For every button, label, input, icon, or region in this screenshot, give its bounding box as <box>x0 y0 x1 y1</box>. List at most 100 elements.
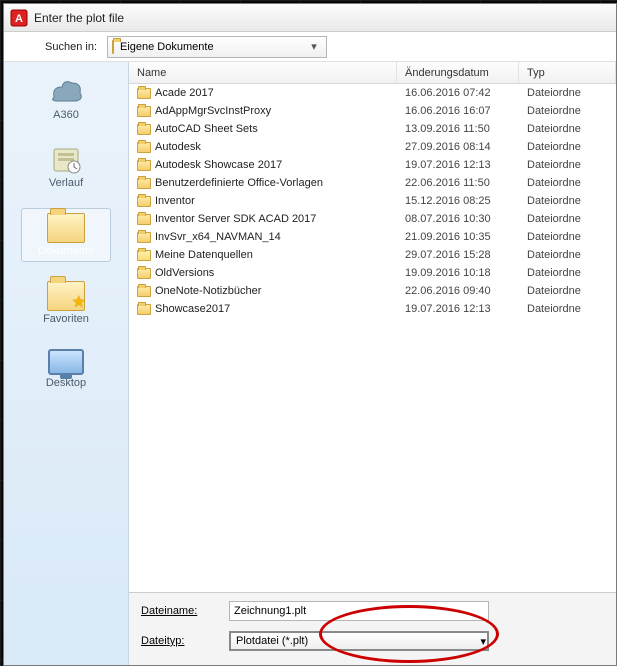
row-modified: 19.09.2016 10:18 <box>397 267 519 279</box>
place-verlauf[interactable]: Verlauf <box>21 140 111 194</box>
row-type: Dateiordne <box>519 267 616 279</box>
titlebar[interactable]: A Enter the plot file <box>4 4 616 32</box>
row-name: OldVersions <box>155 267 214 279</box>
desktop-icon <box>48 349 84 375</box>
folder-icon <box>137 286 151 297</box>
place-a360[interactable]: A360 <box>21 72 111 126</box>
favoriten-icon <box>47 281 85 311</box>
row-modified: 08.07.2016 10:30 <box>397 213 519 225</box>
filename-input[interactable] <box>229 601 489 621</box>
file-list[interactable]: Acade 201716.06.2016 07:42DateiordneAdAp… <box>129 84 616 592</box>
look-in-combo[interactable]: Eigene Dokumente ▾ <box>107 36 327 58</box>
list-header: Name Änderungsdatum Typ <box>129 62 616 84</box>
row-modified: 19.07.2016 12:13 <box>397 303 519 315</box>
table-row[interactable]: Autodesk Showcase 2017 19.07.2016 12:13Da… <box>129 156 616 174</box>
row-modified: 15.12.2016 08:25 <box>397 195 519 207</box>
folder-db-icon <box>137 250 151 261</box>
chevron-down-icon: ▾ <box>306 40 322 53</box>
place-dokumente[interactable]: Dokumente <box>21 208 111 262</box>
window-title: Enter the plot file <box>34 11 124 25</box>
row-modified: 16.06.2016 16:07 <box>397 105 519 117</box>
row-type: Dateiordne <box>519 123 616 135</box>
file-dialog: A Enter the plot file Suchen in: Eigene … <box>3 3 617 666</box>
row-type: Dateiordne <box>519 141 616 153</box>
row-modified: 29.07.2016 15:28 <box>397 249 519 261</box>
row-modified: 19.07.2016 12:13 <box>397 159 519 171</box>
place-label: A360 <box>53 109 79 121</box>
row-name: Benutzerdefinierte Office-Vorlagen <box>155 177 323 189</box>
folder-icon <box>137 268 151 279</box>
row-type: Dateiordne <box>519 285 616 297</box>
row-name: InvSvr_x64_NAVMAN_14 <box>155 231 281 243</box>
table-row[interactable]: AutoCAD Sheet Sets 13.09.2016 11:50Dateio… <box>129 120 616 138</box>
folder-icon <box>137 160 151 171</box>
folder-icon <box>137 196 151 207</box>
column-header-name[interactable]: Name <box>129 62 397 83</box>
table-row[interactable]: Autodesk27.09.2016 08:14Dateiordne <box>129 138 616 156</box>
folder-icon <box>137 178 151 189</box>
row-name: Acade 2017 <box>155 87 214 99</box>
row-modified: 22.06.2016 11:50 <box>397 177 519 189</box>
table-row[interactable]: Meine Datenquellen 29.07.2016 15:28Dateio… <box>129 246 616 264</box>
app-icon: A <box>10 9 28 27</box>
filename-label: Dateiname: <box>137 605 229 617</box>
look-in-row: Suchen in: Eigene Dokumente ▾ <box>4 32 616 62</box>
table-row[interactable]: Inventor Server SDK ACAD 2017 08.07.2016 … <box>129 210 616 228</box>
table-row[interactable]: OneNote-Notizbücher 22.06.2016 09:40Datei… <box>129 282 616 300</box>
row-name: AdAppMgrSvcInstProxy <box>155 105 271 117</box>
places-bar: A360 Verlauf Dokumente Favoriten Desktop <box>4 62 129 665</box>
svg-text:A: A <box>15 13 23 25</box>
row-type: Dateiordne <box>519 213 616 225</box>
row-type: Dateiordne <box>519 87 616 99</box>
row-modified: 22.06.2016 09:40 <box>397 285 519 297</box>
dokumente-icon <box>47 213 85 243</box>
place-label: Favoriten <box>43 313 89 325</box>
folder-icon <box>137 124 151 135</box>
folder-icon <box>137 304 151 315</box>
row-type: Dateiordne <box>519 231 616 243</box>
table-row[interactable]: Showcase201719.07.2016 12:13Dateiordne <box>129 300 616 318</box>
column-header-type[interactable]: Typ <box>519 62 616 83</box>
row-name: Autodesk Showcase 2017 <box>155 159 282 171</box>
table-row[interactable]: Inventor 15.12.2016 08:25Dateiordne <box>129 192 616 210</box>
row-type: Dateiordne <box>519 159 616 171</box>
look-in-value: Eigene Dokumente <box>120 41 214 53</box>
filetype-label: Dateityp: <box>137 635 229 647</box>
place-favoriten[interactable]: Favoriten <box>21 276 111 330</box>
folder-icon <box>137 232 151 243</box>
folder-icon <box>112 41 114 53</box>
table-row[interactable]: AdAppMgrSvcInstProxy 16.06.2016 16:07Date… <box>129 102 616 120</box>
table-row[interactable]: OldVersions 19.09.2016 10:18Dateiordne <box>129 264 616 282</box>
filetype-value: Plotdatei (*.plt) <box>236 635 308 647</box>
row-name: Meine Datenquellen <box>155 249 253 261</box>
row-modified: 13.09.2016 11:50 <box>397 123 519 135</box>
place-label: Dokumente <box>38 245 94 257</box>
row-name: OneNote-Notizbücher <box>155 285 261 297</box>
look-in-label: Suchen in: <box>12 41 107 53</box>
row-name: Inventor <box>155 195 195 207</box>
row-modified: 21.09.2016 10:35 <box>397 231 519 243</box>
row-name: AutoCAD Sheet Sets <box>155 123 258 135</box>
row-type: Dateiordne <box>519 303 616 315</box>
row-type: Dateiordne <box>519 177 616 189</box>
table-row[interactable]: Acade 2017 16.06.2016 07:42Dateiordne <box>129 84 616 102</box>
row-type: Dateiordne <box>519 105 616 117</box>
table-row[interactable]: Benutzerdefinierte Office-Vorlagen 22.06.… <box>129 174 616 192</box>
row-modified: 27.09.2016 08:14 <box>397 141 519 153</box>
place-label: Verlauf <box>49 177 83 189</box>
folder-icon <box>137 214 151 225</box>
folder-icon <box>137 106 151 117</box>
chevron-down-icon: ▾ <box>480 635 486 648</box>
place-desktop[interactable]: Desktop <box>21 344 111 394</box>
folder-icon <box>137 142 151 153</box>
column-header-modified[interactable]: Änderungsdatum <box>397 62 519 83</box>
bottom-panel: Dateiname: Dateityp: Plotdatei (*.plt) ▾ <box>129 592 616 665</box>
a360-icon <box>48 77 84 107</box>
table-row[interactable]: InvSvr_x64_NAVMAN_14 21.09.2016 10:35Date… <box>129 228 616 246</box>
row-modified: 16.06.2016 07:42 <box>397 87 519 99</box>
row-type: Dateiordne <box>519 195 616 207</box>
row-type: Dateiordne <box>519 249 616 261</box>
row-name: Inventor Server SDK ACAD 2017 <box>155 213 316 225</box>
folder-icon <box>137 88 151 99</box>
filetype-combo[interactable]: Plotdatei (*.plt) ▾ <box>229 631 489 651</box>
